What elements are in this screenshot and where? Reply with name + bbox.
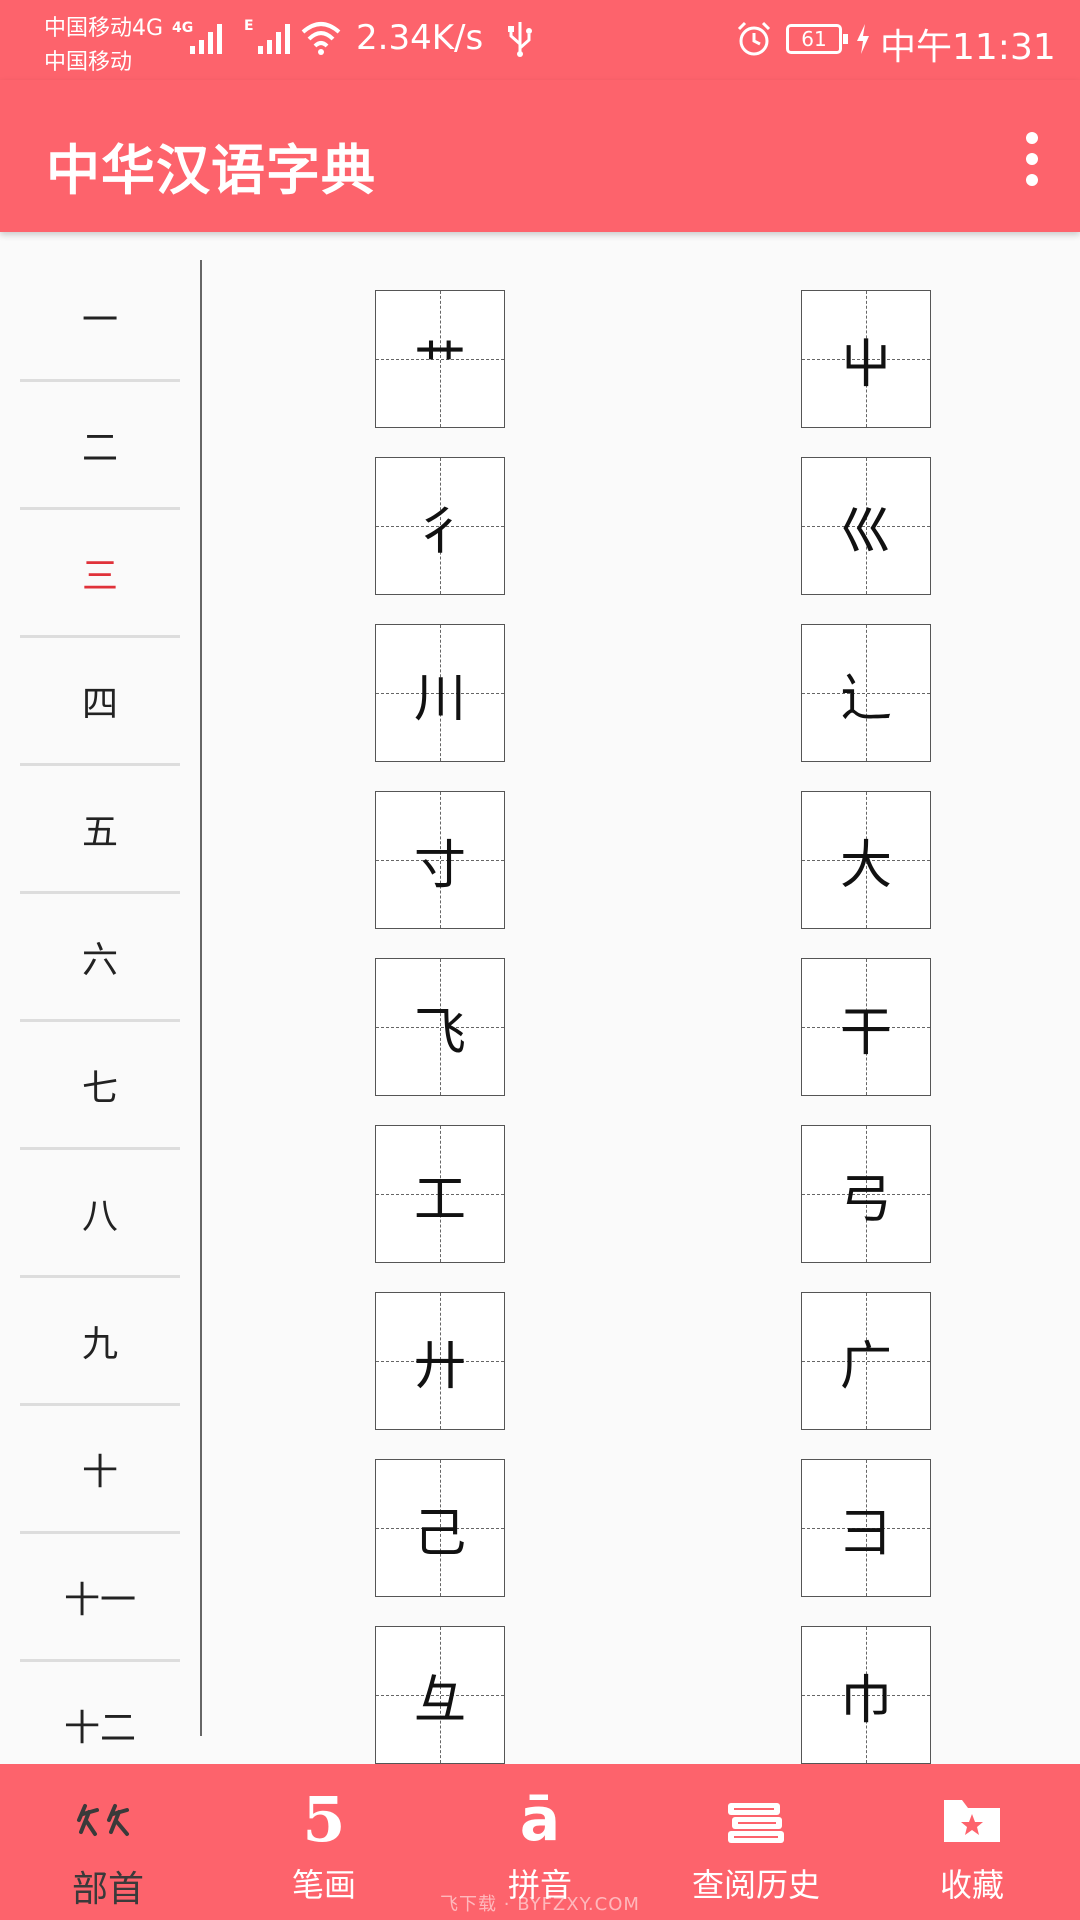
radical-grid: 艹屮彳巛川辶寸大飞干工弓廾广己彐彑巾 xyxy=(202,232,1080,1764)
stroke-item[interactable]: 一 xyxy=(20,232,180,382)
radical-char: 彳 xyxy=(413,501,466,562)
radical-cell[interactable]: 巛 xyxy=(801,457,931,595)
status-bar: 中国移动4G 中国移动 4G E 2.34K/s 61 中午11:31 xyxy=(0,0,1080,80)
alarm-icon xyxy=(737,21,771,56)
radical-char: 巛 xyxy=(839,501,892,562)
carrier-primary: 中国移动4G xyxy=(44,16,164,41)
radical-cell[interactable]: 彑 xyxy=(375,1626,505,1764)
radical-cell[interactable]: 巾 xyxy=(801,1626,931,1764)
stroke-item[interactable]: 四 xyxy=(20,638,180,766)
stroke-item[interactable]: 五 xyxy=(20,766,180,894)
wifi-icon xyxy=(301,22,341,55)
radical-char: 工 xyxy=(413,1169,466,1230)
stroke-item[interactable]: 十一 xyxy=(20,1534,180,1662)
radical-cell[interactable]: 廾 xyxy=(375,1292,505,1430)
radical-cell[interactable]: 艹 xyxy=(375,290,505,428)
radical-char: 辶 xyxy=(839,668,892,729)
radical-cell[interactable]: 彳 xyxy=(375,457,505,595)
radical-row: 彑巾 xyxy=(202,1626,1080,1764)
pinyin-icon: ā xyxy=(519,1785,561,1855)
network-speed: 2.34K/s xyxy=(356,18,484,58)
five-icon: 5 xyxy=(302,1783,346,1856)
signal-icon-2 xyxy=(258,18,290,54)
radical-char: 寸 xyxy=(413,835,466,896)
radical-char: 巾 xyxy=(839,1670,892,1731)
radical-char: 屮 xyxy=(839,334,892,395)
signal-icon xyxy=(190,18,222,54)
overflow-menu-icon[interactable] xyxy=(1020,132,1044,186)
radical-row: 彳巛 xyxy=(202,457,1080,597)
stroke-item[interactable]: 七 xyxy=(20,1022,180,1150)
folder-star-icon xyxy=(940,1790,1004,1850)
radical-char: 大 xyxy=(839,835,892,896)
radical-cell[interactable]: 川 xyxy=(375,624,505,762)
stroke-item[interactable]: 八 xyxy=(20,1150,180,1278)
books-icon xyxy=(724,1790,788,1850)
radical-row: 飞干 xyxy=(202,958,1080,1098)
radical-char: 广 xyxy=(839,1336,892,1397)
radical-char: 干 xyxy=(839,1002,892,1063)
radical-cell[interactable]: 彐 xyxy=(801,1459,931,1597)
radical-cell[interactable]: 弓 xyxy=(801,1125,931,1263)
radical-row: 寸大 xyxy=(202,791,1080,931)
stroke-count-list: 一二三四五六七八九十十一 十二 xyxy=(20,232,180,1764)
radical-char: 艹 xyxy=(413,334,466,395)
radical-cell[interactable]: 工 xyxy=(375,1125,505,1263)
network-e-label: E xyxy=(244,18,254,34)
app-bar: 中华汉语字典 xyxy=(0,80,1080,232)
radical-char: 己 xyxy=(413,1503,466,1564)
carrier-secondary: 中国移动 xyxy=(44,50,133,75)
stroke-item[interactable]: 二 xyxy=(20,382,180,510)
radical-cell[interactable]: 寸 xyxy=(375,791,505,929)
radical-char: 川 xyxy=(413,668,466,729)
watermark: 飞下载 · BYFZXY.COM xyxy=(440,1894,640,1915)
clock: 中午11:31 xyxy=(880,27,1056,68)
app-title: 中华汉语字典 xyxy=(46,139,376,202)
stroke-item[interactable]: 六 xyxy=(20,894,180,1022)
stroke-item[interactable]: 十 xyxy=(20,1406,180,1534)
stroke-item[interactable]: 九 xyxy=(20,1278,180,1406)
radical-cell[interactable]: 屮 xyxy=(801,290,931,428)
radical-char: 彑 xyxy=(413,1670,466,1731)
stroke-item[interactable]: 十二 xyxy=(20,1662,180,1764)
radical-cell[interactable]: 飞 xyxy=(375,958,505,1096)
radical-row: 艹屮 xyxy=(202,290,1080,430)
radical-row: 川辶 xyxy=(202,624,1080,764)
radical-row: 廾广 xyxy=(202,1292,1080,1432)
usb-icon xyxy=(508,22,532,57)
radical-cell[interactable]: 辶 xyxy=(801,624,931,762)
radical-char: 飞 xyxy=(413,1002,466,1063)
radical-char: 廾 xyxy=(413,1336,466,1397)
radical-cell[interactable]: 干 xyxy=(801,958,931,1096)
stroke-item[interactable]: 三 xyxy=(20,510,180,638)
battery-indicator: 61 xyxy=(786,24,848,54)
radical-cell[interactable]: 广 xyxy=(801,1292,931,1430)
radical-char: 彐 xyxy=(839,1503,892,1564)
radical-cell[interactable]: 大 xyxy=(801,791,931,929)
radical-cell[interactable]: 己 xyxy=(375,1459,505,1597)
radical-char: 弓 xyxy=(839,1169,892,1230)
charging-icon xyxy=(857,24,869,54)
radical-row: 己彐 xyxy=(202,1459,1080,1599)
radical-row: 工弓 xyxy=(202,1125,1080,1265)
radical-icon xyxy=(75,1790,141,1850)
